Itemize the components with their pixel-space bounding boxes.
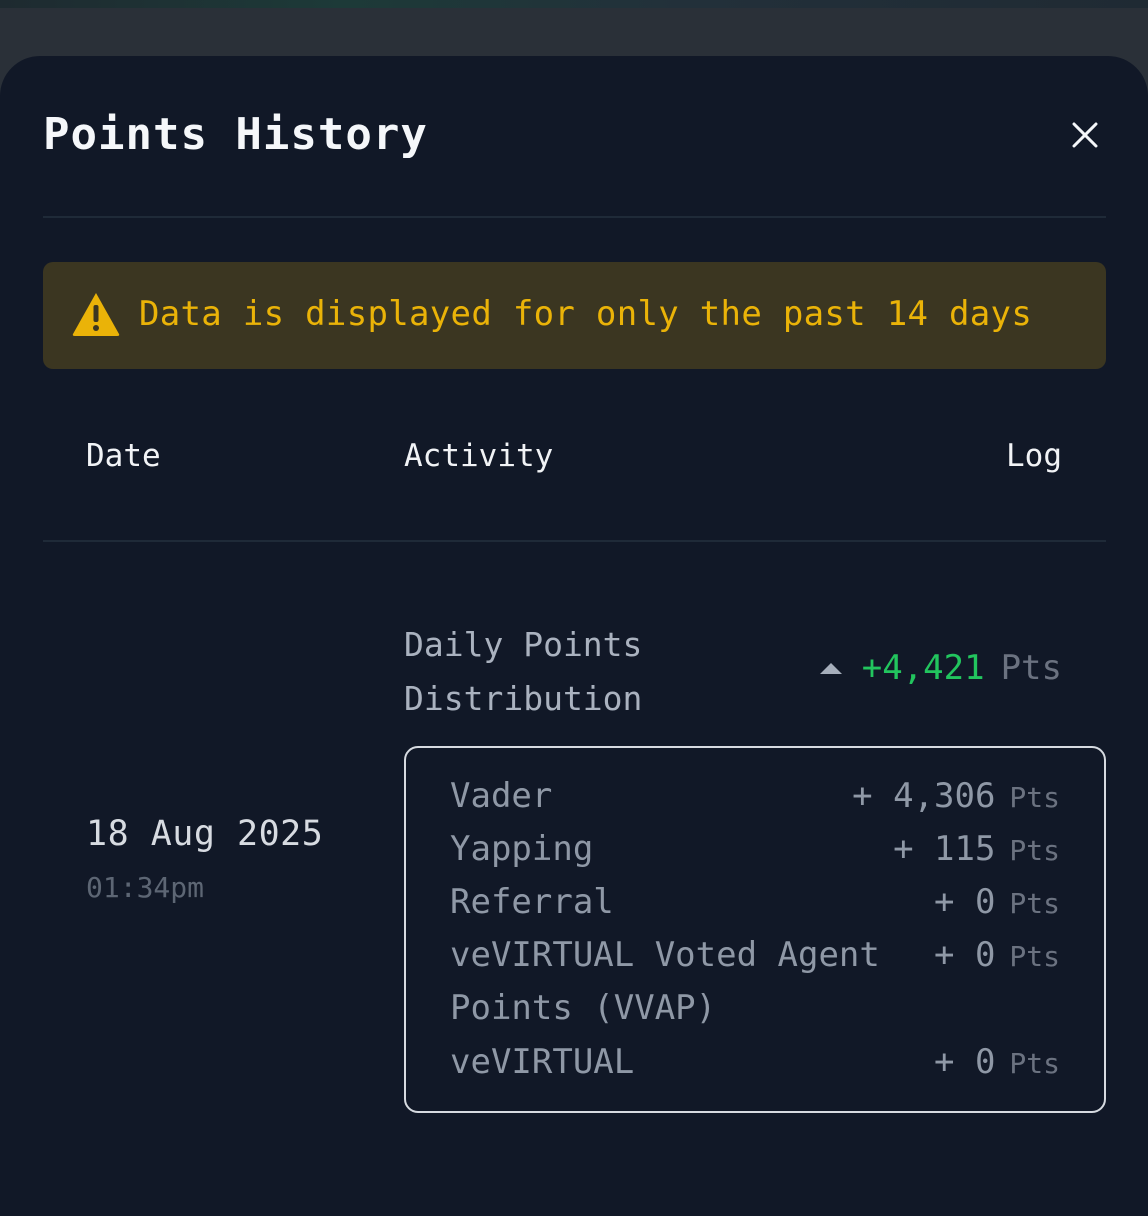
warning-icon [72,293,120,336]
log-value: +4,421 [861,648,985,688]
breakdown-name: Referral [450,882,614,922]
entry-date: 18 Aug 2025 [86,814,324,854]
breakdown-name: veVIRTUAL Voted Agent Points (VVAP) [450,935,880,1028]
column-header-log: Log [1006,438,1062,474]
entry-time: 01:34pm [86,871,205,904]
column-header-activity: Activity [404,438,554,474]
breakdown-amount: + 115 Pts [893,823,1060,877]
column-header-date: Date [86,438,161,474]
triangle-up-icon [819,662,842,674]
close-icon [1072,122,1098,148]
breakdown-row: veVIRTUAL Voted Agent Points (VVAP) + 0 P… [450,929,1060,1035]
amount-unit: Pts [1009,781,1060,814]
close-button[interactable] [1064,114,1106,156]
breakdown-name: veVIRTUAL [450,1042,635,1082]
background-strip [0,0,1148,8]
notice-text: Data is displayed for only the past 14 d… [139,294,1033,334]
amount-value: + 115 [893,829,996,869]
entry-activity: Daily Points Distribution [404,625,643,718]
breakdown-row: Vader + 4,306 Pts [450,770,1060,823]
breakdown-row: veVIRTUAL + 0 Pts [450,1036,1060,1089]
amount-unit: Pts [1009,887,1060,920]
breakdown-amount: + 0 Pts [934,1036,1060,1090]
amount-value: + 0 [934,1042,996,1082]
breakdown-row: Referral + 0 Pts [450,876,1060,929]
breakdown-name: Yapping [450,829,594,869]
entry-log: +4,421 Pts [819,646,1062,690]
amount-unit: Pts [1009,940,1060,973]
amount-value: + 0 [934,935,996,975]
amount-value: + 0 [934,882,996,922]
amount-unit: Pts [1009,834,1060,867]
data-range-notice: Data is displayed for only the past 14 d… [43,262,1106,369]
table-header-divider [43,540,1106,542]
breakdown-name: Vader [450,776,553,816]
modal-title: Points History [43,109,428,160]
amount-unit: Pts [1009,1047,1060,1080]
points-breakdown: Vader + 4,306 Pts Yapping + 115 Pts Referr… [404,746,1106,1113]
breakdown-amount: + 0 Pts [934,876,1060,930]
amount-value: + 4,306 [852,776,996,816]
log-unit: Pts [1000,648,1062,688]
breakdown-row: Yapping + 115 Pts [450,823,1060,876]
breakdown-amount: + 4,306 Pts [852,770,1060,824]
header-divider [43,216,1106,218]
breakdown-amount: + 0 Pts [934,929,1060,983]
